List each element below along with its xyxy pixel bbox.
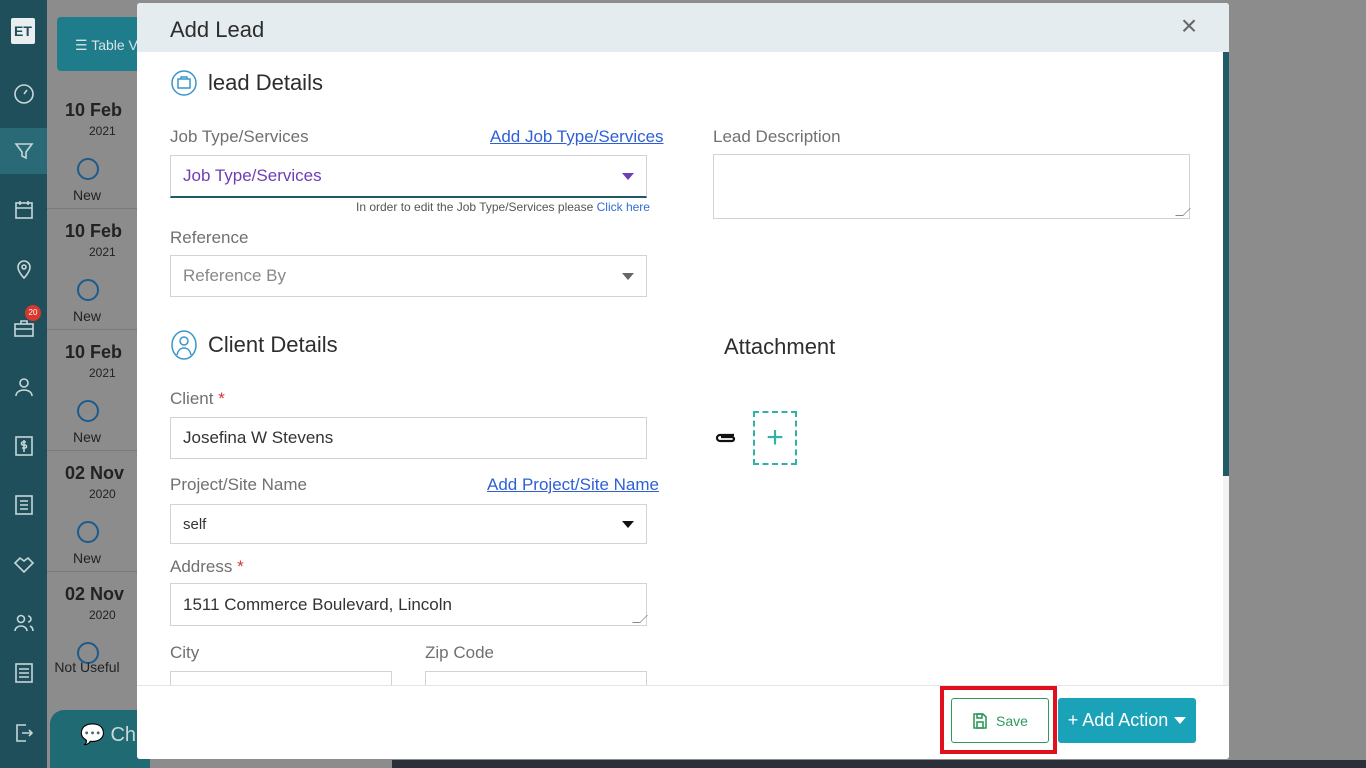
client-value: Josefina W Stevens [183, 428, 334, 447]
chevron-down-icon [622, 173, 634, 180]
lead-year: 2021 [89, 245, 116, 259]
lead-status: New [72, 187, 101, 203]
job-type-value: Job Type/Services [183, 166, 322, 185]
click-here-link[interactable]: Click here [597, 200, 650, 214]
modal-scrollbar-thumb[interactable] [1223, 52, 1229, 476]
save-label: Save [996, 712, 1028, 729]
lead-date: 02 Nov [65, 584, 125, 604]
lead-year: 2020 [89, 487, 116, 501]
modal-footer: Save + Add Action [137, 685, 1229, 759]
reference-label: Reference [170, 228, 249, 247]
close-icon[interactable]: × [1177, 12, 1201, 40]
funnel-icon[interactable] [0, 128, 47, 174]
paperclip-icon [715, 433, 736, 443]
address-value: 1511 Commerce Boulevard, Lincoln [183, 594, 452, 614]
list-item[interactable]: 02 Nov 2020 Not Useful [47, 572, 137, 693]
chat-button[interactable]: 💬 Ch [50, 710, 150, 768]
client-label: Client * [170, 389, 225, 408]
bottom-bar [392, 760, 1366, 768]
client-details-header: Client Details [170, 329, 338, 361]
project-select[interactable]: self [170, 504, 647, 544]
logout-icon[interactable] [0, 710, 47, 756]
user-circle-icon [171, 330, 197, 360]
users-icon[interactable] [0, 600, 47, 646]
modal-header: Add Lead × [137, 3, 1229, 52]
lead-date: 10 Feb [65, 100, 123, 120]
app-logo: ET [11, 18, 35, 44]
add-job-type-link[interactable]: Add Job Type/Services [490, 127, 664, 147]
map-pin-icon[interactable] [0, 246, 47, 292]
table-view-button[interactable]: ☰ Table V [57, 17, 147, 71]
address-textarea[interactable]: 1511 Commerce Boulevard, Lincoln [170, 583, 648, 626]
modal-scrollbar-track[interactable] [1223, 476, 1229, 686]
status-circle-icon [77, 279, 99, 301]
list-item[interactable]: 10 Feb 2021 New [47, 330, 137, 451]
handshake-icon[interactable] [0, 541, 47, 587]
lead-details-title: lead Details [208, 70, 323, 95]
job-type-label: Job Type/Services [170, 127, 309, 146]
lead-date: 02 Nov [65, 463, 125, 483]
city-label: City [170, 643, 200, 662]
resize-handle-icon[interactable] [1175, 208, 1191, 216]
chevron-down-icon [622, 521, 634, 528]
lead-description-textarea[interactable] [713, 154, 1191, 219]
caret-down-icon [1174, 717, 1187, 724]
calendar-icon[interactable] [0, 187, 47, 233]
chevron-down-icon [622, 273, 634, 280]
dollar-icon[interactable] [0, 423, 47, 469]
client-details-title: Client Details [208, 332, 338, 357]
modal-title: Add Lead [170, 17, 265, 42]
status-circle-icon [77, 521, 99, 543]
list-icon[interactable] [0, 482, 47, 528]
list-item[interactable]: 10 Feb 2021 New [47, 88, 137, 209]
app-sidebar: ET 20 [0, 0, 47, 768]
list-item[interactable]: 10 Feb 2021 New [47, 209, 137, 330]
notification-badge: 20 [25, 305, 41, 321]
save-button[interactable]: Save [951, 698, 1049, 743]
reference-placeholder: Reference By [183, 266, 286, 285]
lead-status: New [72, 550, 101, 566]
lead-status: Not Useful [54, 659, 120, 675]
job-type-hint: In order to edit the Job Type/Services p… [356, 200, 650, 214]
status-circle-icon [77, 158, 99, 180]
lead-date: 10 Feb [65, 342, 123, 362]
lead-details-header: lead Details [170, 67, 323, 99]
reference-select[interactable]: Reference By [170, 255, 647, 297]
attachment-header: Attachment [724, 334, 835, 360]
add-lead-modal: Add Lead × lead Details Job Type/Service… [137, 3, 1229, 759]
add-action-button[interactable]: + Add Action [1058, 698, 1196, 743]
resize-handle-icon[interactable] [632, 615, 648, 623]
client-input[interactable]: Josefina W Stevens [170, 417, 647, 459]
project-label: Project/Site Name [170, 475, 307, 494]
lead-status: New [72, 429, 101, 445]
briefcase-circle-icon [171, 70, 197, 96]
list-item[interactable]: 02 Nov 2020 New [47, 451, 137, 572]
save-icon [973, 712, 987, 729]
lead-status: New [72, 308, 101, 324]
add-project-link[interactable]: Add Project/Site Name [487, 475, 659, 495]
lead-year: 2021 [89, 124, 116, 138]
job-type-select[interactable]: Job Type/Services [170, 155, 647, 198]
lead-description-label: Lead Description [713, 127, 841, 146]
dashboard-icon[interactable] [0, 71, 47, 117]
attachment-title: Attachment [724, 334, 836, 359]
lead-year: 2020 [89, 608, 116, 622]
add-action-label: + Add Action [1067, 710, 1169, 730]
status-circle-icon [77, 400, 99, 422]
project-value: self [183, 515, 207, 533]
lead-year: 2021 [89, 366, 116, 380]
lead-date: 10 Feb [65, 221, 123, 241]
lead-list: 10 Feb 2021 New 10 Feb 2021 New 10 Feb 2… [47, 88, 137, 693]
user-icon[interactable] [0, 364, 47, 410]
settings-sliders-icon[interactable] [0, 650, 47, 696]
add-attachment-button[interactable]: + [753, 411, 797, 465]
address-label: Address * [170, 557, 244, 576]
zip-label: Zip Code [425, 643, 494, 662]
